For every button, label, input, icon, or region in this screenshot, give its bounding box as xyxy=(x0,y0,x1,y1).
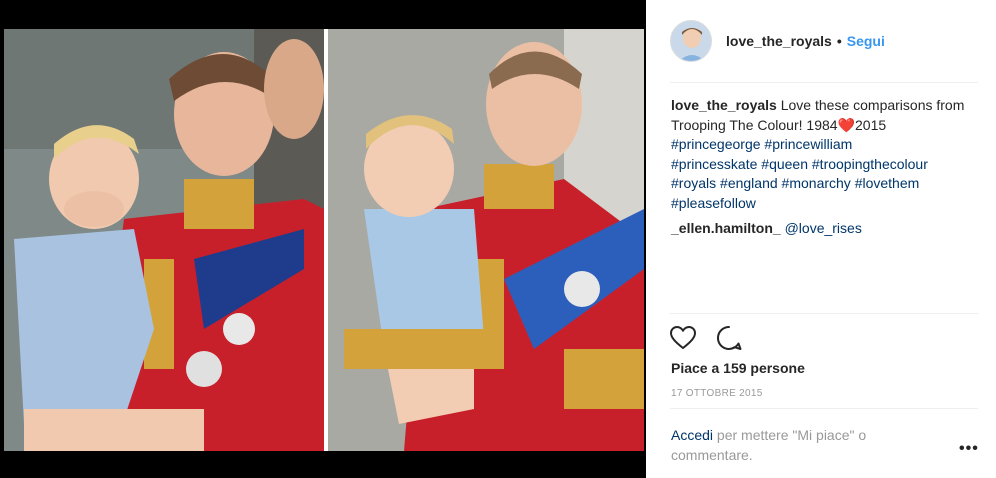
hashtag[interactable]: #royals xyxy=(671,175,716,191)
action-bar xyxy=(669,323,761,353)
comment: _ellen.hamilton_ @love_rises xyxy=(671,219,862,237)
post-header: love_the_royals • Segui xyxy=(670,18,885,64)
speech-bubble-icon[interactable] xyxy=(715,324,743,352)
follow-button[interactable]: Segui xyxy=(847,33,885,49)
hashtag[interactable]: #princewilliam xyxy=(764,136,852,152)
divider xyxy=(670,313,978,314)
hashtag[interactable]: #england xyxy=(720,175,778,191)
photo-collage xyxy=(4,29,644,451)
hashtag[interactable]: #monarchy xyxy=(782,175,851,191)
hashtag[interactable]: #pleasefollow xyxy=(671,195,756,211)
hashtag[interactable]: #princegeorge xyxy=(671,136,761,152)
post-username[interactable]: love_the_royals xyxy=(726,33,832,49)
hashtag[interactable]: #troopingthecolour xyxy=(812,156,928,172)
avatar-image xyxy=(671,21,711,61)
post-date: 17 OTTOBRE 2015 xyxy=(671,388,763,399)
post-sidebar: love_the_royals • Segui love_the_royals … xyxy=(646,0,996,478)
ellipsis-icon[interactable]: ••• xyxy=(959,440,979,458)
hashtag[interactable]: #queen xyxy=(761,156,808,172)
hashtag[interactable]: #lovethem xyxy=(855,175,920,191)
divider xyxy=(670,82,978,83)
post-photo[interactable] xyxy=(4,29,644,451)
photo-pane xyxy=(0,0,646,478)
login-link[interactable]: Accedi xyxy=(671,427,713,443)
caption-text-end: 2015 xyxy=(855,116,887,133)
avatar[interactable] xyxy=(670,20,712,62)
heart-outline-icon[interactable] xyxy=(669,324,697,352)
caption-username[interactable]: love_the_royals xyxy=(671,97,777,113)
post-caption: love_the_royals Love these comparisons f… xyxy=(671,96,971,213)
separator-dot: • xyxy=(836,33,842,49)
hashtag[interactable]: #princesskate xyxy=(671,156,757,172)
login-prompt: Accedi per mettere "Mi piace" o commenta… xyxy=(671,425,921,465)
likes-count[interactable]: Piace a 159 persone xyxy=(671,360,805,376)
comment-username[interactable]: _ellen.hamilton_ xyxy=(671,220,781,236)
heart-emoji: ❤️ xyxy=(837,116,855,133)
comment-mention[interactable]: @love_rises xyxy=(785,220,862,236)
divider xyxy=(670,408,978,409)
